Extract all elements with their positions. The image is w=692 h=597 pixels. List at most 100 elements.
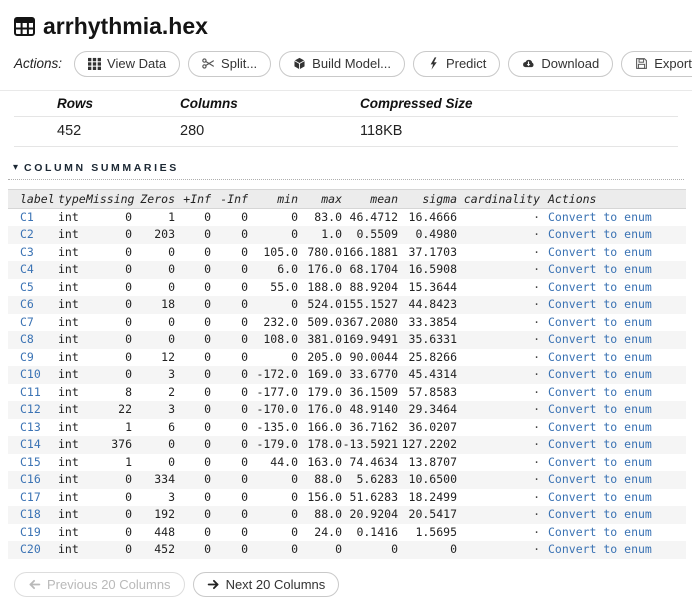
convert-to-enum-link[interactable]: Convert to enum — [548, 490, 652, 504]
cell-sigma: 0.4980 — [415, 227, 457, 242]
convert-to-enum-link[interactable]: Convert to enum — [548, 262, 652, 276]
column-link[interactable]: C16 — [20, 472, 41, 486]
column-table-header-row: label type Missing Zeros +Inf -Inf min m… — [8, 188, 686, 209]
column-link[interactable]: C12 — [20, 402, 41, 416]
cell-missing: 0 — [125, 262, 132, 277]
cell-pinf: 0 — [204, 332, 211, 347]
compressed-size-value: 118KB — [360, 116, 678, 147]
column-link[interactable]: C9 — [20, 350, 34, 364]
cell-cardinality: · — [533, 244, 540, 259]
cell-sigma: 33.3854 — [408, 314, 457, 329]
column-summaries-table: label type Missing Zeros +Inf -Inf min m… — [8, 188, 686, 559]
column-summaries-header[interactable]: ▾ COLUMN SUMMARIES — [8, 162, 684, 180]
convert-to-enum-link[interactable]: Convert to enum — [548, 420, 652, 434]
column-link[interactable]: C17 — [20, 490, 41, 504]
header-cardinality: cardinality — [457, 188, 540, 209]
convert-to-enum-link[interactable]: Convert to enum — [548, 437, 652, 451]
cell-ninf: 0 — [241, 367, 248, 382]
header-mean: mean — [342, 188, 398, 209]
cell-max: 205.0 — [307, 349, 342, 364]
cell-type: int — [58, 437, 79, 452]
cell-sigma: 20.5417 — [408, 507, 457, 522]
cell-missing: 0 — [125, 472, 132, 487]
header-zeros: Zeros — [132, 188, 175, 209]
cell-max: 1.0 — [321, 227, 342, 242]
column-link[interactable]: C15 — [20, 455, 41, 469]
cell-cardinality: · — [533, 262, 540, 277]
convert-to-enum-link[interactable]: Convert to enum — [548, 402, 652, 416]
predict-button[interactable]: Predict — [412, 51, 501, 77]
convert-to-enum-link[interactable]: Convert to enum — [548, 455, 652, 469]
cell-type: int — [58, 349, 79, 364]
cell-zeros: 0 — [168, 279, 175, 294]
column-link[interactable]: C11 — [20, 385, 41, 399]
cell-zeros: 452 — [154, 542, 175, 557]
cell-zeros: 3 — [168, 402, 175, 417]
column-link[interactable]: C18 — [20, 507, 41, 521]
column-link[interactable]: C1 — [20, 210, 34, 224]
column-table-body: C1 int 0 1 0 0 0 83.0 46.4712 16.4666 · … — [8, 208, 686, 559]
convert-to-enum-link[interactable]: Convert to enum — [548, 507, 652, 521]
convert-to-enum-link[interactable]: Convert to enum — [548, 350, 652, 364]
cell-pinf: 0 — [204, 437, 211, 452]
cell-min: 0 — [291, 349, 298, 364]
previous-20-columns-button[interactable]: Previous 20 Columns — [14, 571, 185, 597]
cell-cardinality: · — [533, 384, 540, 399]
cell-pinf: 0 — [204, 297, 211, 312]
column-link[interactable]: C4 — [20, 262, 34, 276]
build-model-button[interactable]: Build Model... — [279, 51, 405, 77]
convert-to-enum-link[interactable]: Convert to enum — [548, 297, 652, 311]
cell-type: int — [58, 524, 79, 539]
table-row: C19 int 0 448 0 0 0 24.0 0.1416 1.5695 ·… — [8, 524, 686, 542]
convert-to-enum-link[interactable]: Convert to enum — [548, 525, 652, 539]
column-link[interactable]: C14 — [20, 437, 41, 451]
cell-pinf: 0 — [204, 314, 211, 329]
cell-type: int — [58, 454, 79, 469]
page-title: arrhythmia.hex — [14, 13, 678, 40]
cell-sigma: 16.5908 — [408, 262, 457, 277]
convert-to-enum-link[interactable]: Convert to enum — [548, 367, 652, 381]
cell-max: 188.0 — [307, 279, 342, 294]
convert-to-enum-link[interactable]: Convert to enum — [548, 385, 652, 399]
predict-label: Predict — [445, 56, 487, 71]
convert-to-enum-link[interactable]: Convert to enum — [548, 227, 652, 241]
convert-to-enum-link[interactable]: Convert to enum — [548, 472, 652, 486]
bolt-icon — [427, 57, 440, 70]
cell-sigma: 25.8266 — [408, 349, 457, 364]
column-link[interactable]: C2 — [20, 227, 34, 241]
cell-zeros: 0 — [168, 332, 175, 347]
column-link[interactable]: C10 — [20, 367, 41, 381]
table-row: C6 int 0 18 0 0 0 524.0 155.1527 44.8423… — [8, 296, 686, 314]
cell-min: 0 — [291, 227, 298, 242]
next-20-columns-button[interactable]: Next 20 Columns — [192, 571, 340, 597]
cell-sigma: 0 — [450, 542, 457, 557]
cell-sigma: 57.8583 — [408, 384, 457, 399]
convert-to-enum-link[interactable]: Convert to enum — [548, 245, 652, 259]
split-button[interactable]: Split... — [188, 51, 272, 77]
column-link[interactable]: C19 — [20, 525, 41, 539]
convert-to-enum-link[interactable]: Convert to enum — [548, 542, 652, 556]
download-button[interactable]: Download — [508, 51, 614, 77]
cell-mean: 48.9140 — [349, 402, 398, 417]
column-link[interactable]: C6 — [20, 297, 34, 311]
cell-zeros: 6 — [168, 419, 175, 434]
header-max: max — [298, 188, 342, 209]
column-link[interactable]: C20 — [20, 542, 41, 556]
convert-to-enum-link[interactable]: Convert to enum — [548, 332, 652, 346]
cell-sigma: 127.2202 — [401, 437, 457, 452]
table-row: C15 int 1 0 0 0 44.0 163.0 74.4634 13.87… — [8, 454, 686, 472]
column-link[interactable]: C7 — [20, 315, 34, 329]
convert-to-enum-link[interactable]: Convert to enum — [548, 210, 652, 224]
cell-zeros: 0 — [168, 454, 175, 469]
cell-min: 0 — [291, 542, 298, 557]
convert-to-enum-link[interactable]: Convert to enum — [548, 315, 652, 329]
cell-ninf: 0 — [241, 542, 248, 557]
build-model-label: Build Model... — [312, 56, 391, 71]
column-link[interactable]: C8 — [20, 332, 34, 346]
column-link[interactable]: C3 — [20, 245, 34, 259]
column-link[interactable]: C13 — [20, 420, 41, 434]
view-data-button[interactable]: View Data — [74, 51, 181, 77]
column-link[interactable]: C5 — [20, 280, 34, 294]
export-button[interactable]: Export — [621, 51, 692, 77]
convert-to-enum-link[interactable]: Convert to enum — [548, 280, 652, 294]
